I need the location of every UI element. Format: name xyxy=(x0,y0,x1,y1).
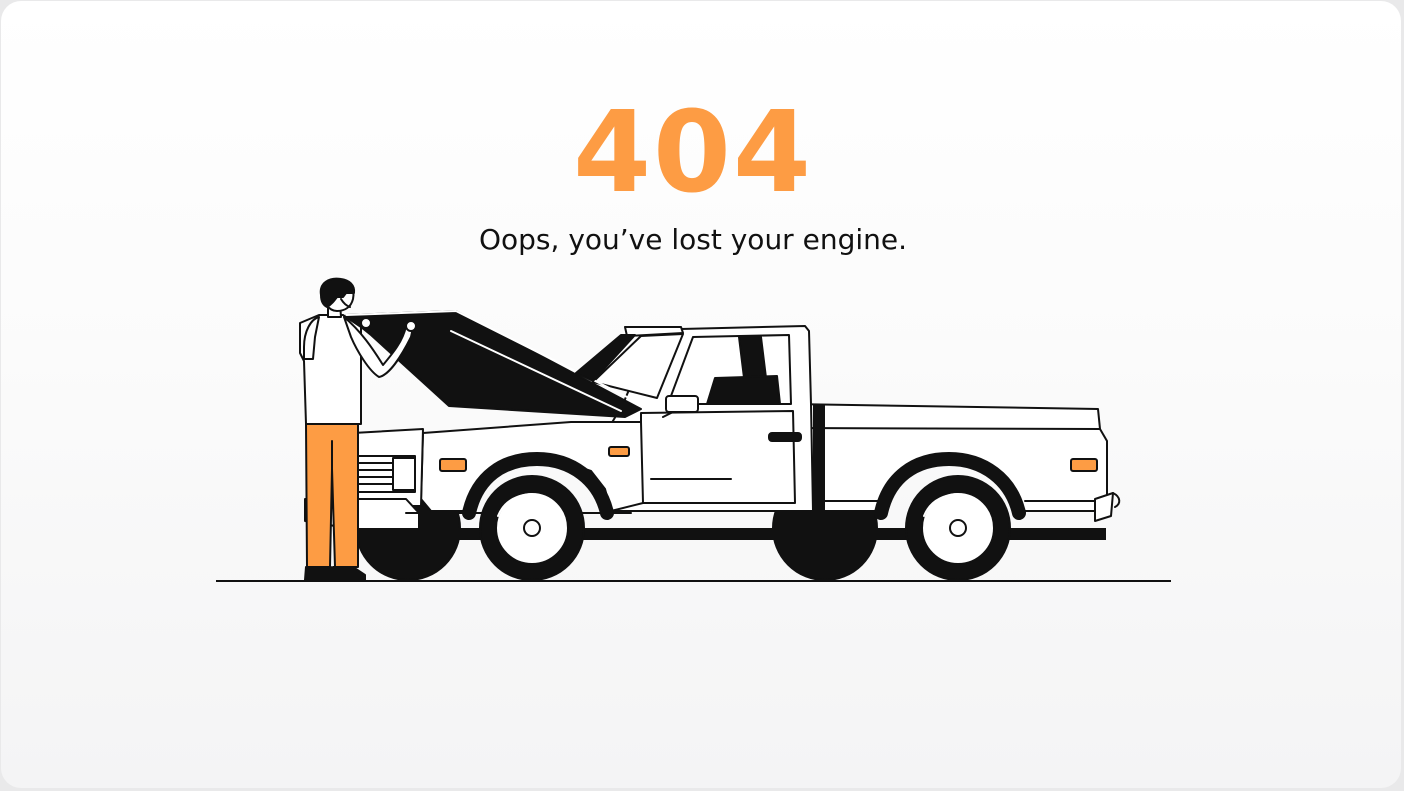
broken-truck-illustration xyxy=(216,277,1171,582)
pickup-truck-icon xyxy=(304,310,1121,581)
page-container: 404 Oops, you’ve lost your engine. xyxy=(1,1,1401,788)
